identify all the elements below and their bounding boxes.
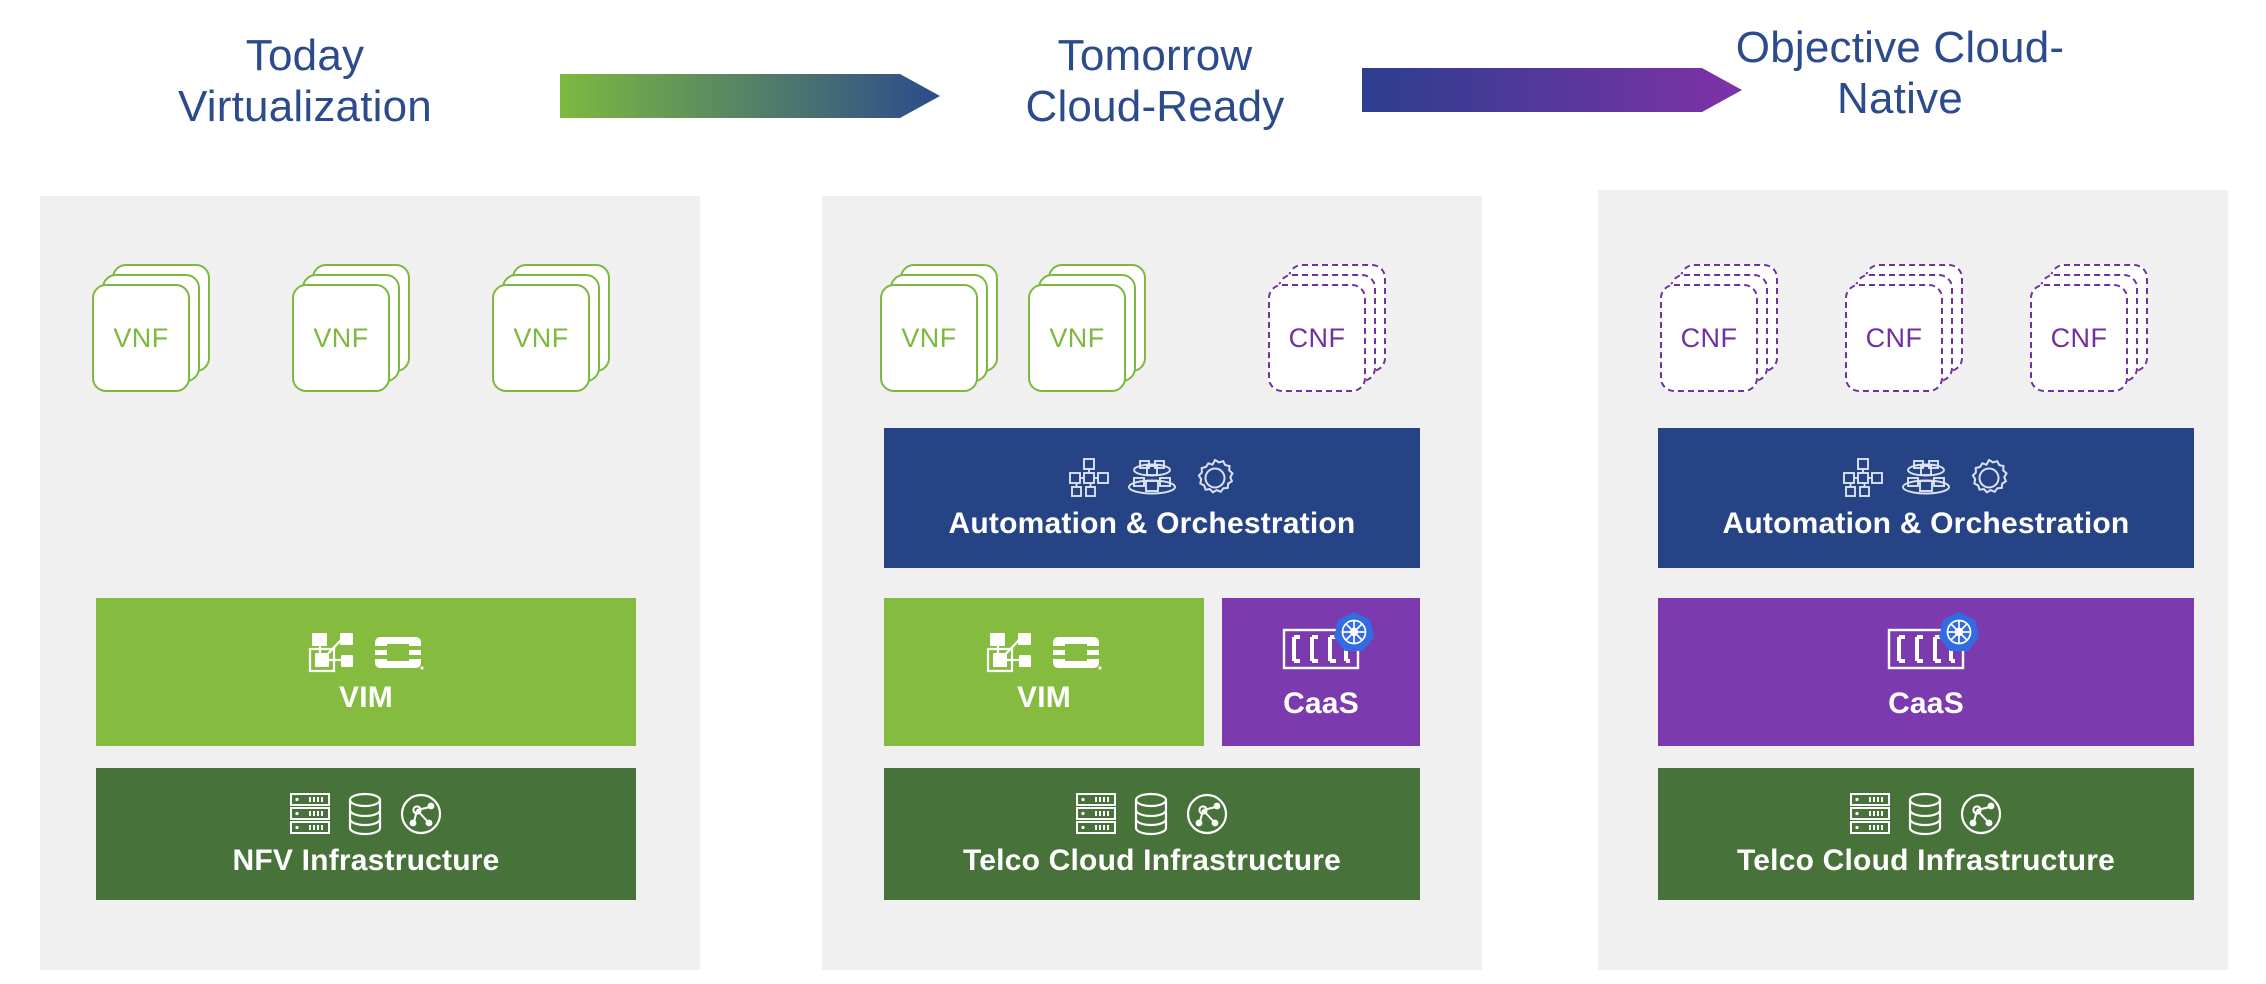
server-rack-icon	[290, 793, 330, 834]
caas-bar[interactable]: CaaS	[1222, 598, 1420, 746]
openstack-logo-icon	[1053, 637, 1102, 670]
vnf-layer-front: VNF	[92, 284, 190, 392]
caas-icon-group	[1282, 611, 1374, 677]
telco-cloud-infrastructure-label: Telco Cloud Infrastructure	[962, 844, 1342, 877]
cnf-label: CNF	[1680, 322, 1738, 353]
vim-label: VIM	[339, 681, 393, 714]
network-topology-icon	[1960, 793, 2002, 835]
caas-bar[interactable]: CaaS	[1658, 598, 2194, 746]
vnf-label: VNF	[513, 322, 569, 353]
nfv-infrastructure-label: NFV Infrastructure	[232, 844, 500, 877]
vim-bar[interactable]: VIM	[884, 598, 1204, 746]
vim-icon-group	[308, 631, 424, 673]
server-rack-icon	[1076, 793, 1116, 834]
openstack-logo-icon	[375, 637, 424, 670]
column-title-objective-line2: Native	[1837, 74, 1963, 124]
gear-icon	[1971, 458, 2008, 494]
automation-orchestration-label: Automation & Orchestration	[948, 507, 1356, 540]
network-nodes-icon	[1843, 458, 1883, 497]
cnf-stack[interactable]: CNF	[2030, 264, 2148, 392]
column-title-objective-line1: Objective Cloud-	[1735, 23, 2065, 72]
cnf-layer-front: CNF	[1845, 284, 1943, 392]
cloud-layers-icon	[1128, 460, 1176, 495]
arrow-tomorrow-to-objective	[1362, 68, 1742, 112]
vnf-label: VNF	[113, 322, 169, 353]
vnf-label: VNF	[901, 322, 957, 353]
column-title-today-line1: Today	[245, 31, 365, 80]
tci-icon-group	[1075, 792, 1229, 836]
database-icon	[348, 792, 382, 836]
vim-bar[interactable]: VIM	[96, 598, 636, 746]
vnf-layer-front: VNF	[1028, 284, 1126, 392]
diagram-canvas: Today Virtualization Tomorrow Cloud-Read…	[0, 0, 2266, 984]
vnf-stack[interactable]: VNF	[92, 264, 210, 392]
kubernetes-icon	[1939, 611, 1979, 651]
vim-label: VIM	[1017, 681, 1071, 714]
column-title-objective: Objective Cloud- Native	[1700, 22, 2100, 124]
network-nodes-icon	[1069, 458, 1109, 497]
caas-label: CaaS	[1283, 686, 1359, 720]
vsphere-node-icon	[986, 633, 1031, 673]
cnf-stack[interactable]: CNF	[1845, 264, 1963, 392]
vim-icon-group	[986, 631, 1102, 673]
tci-icon-group	[1849, 792, 2003, 836]
gear-icon	[1197, 458, 1234, 494]
orchestration-icon-group	[1068, 457, 1236, 499]
automation-orchestration-bar[interactable]: Automation & Orchestration	[1658, 428, 2194, 568]
column-title-tomorrow-line2: Cloud-Ready	[1025, 82, 1285, 132]
database-icon	[1908, 792, 1942, 836]
cnf-layer-front: CNF	[1268, 284, 1366, 392]
cnf-stack[interactable]: CNF	[1268, 264, 1386, 392]
containers-with-kubernetes-icon	[1282, 611, 1374, 677]
cnf-label: CNF	[2050, 322, 2108, 353]
orchestration-icon-group	[1842, 457, 2010, 499]
cnf-layer-front: CNF	[2030, 284, 2128, 392]
column-title-tomorrow: Tomorrow Cloud-Ready	[1000, 30, 1310, 132]
column-title-today: Today Virtualization	[150, 30, 460, 132]
nfvi-icon-group	[289, 792, 443, 836]
server-rack-icon	[1850, 793, 1890, 834]
vnf-layer-front: VNF	[492, 284, 590, 392]
column-title-today-line2: Virtualization	[178, 82, 432, 132]
vnf-stack[interactable]: VNF	[292, 264, 410, 392]
vnf-stack[interactable]: VNF	[492, 264, 610, 392]
vnf-stack[interactable]: VNF	[880, 264, 998, 392]
vnf-stack[interactable]: VNF	[1028, 264, 1146, 392]
containers-with-kubernetes-icon	[1887, 611, 1979, 677]
vnf-layer-front: VNF	[292, 284, 390, 392]
automation-orchestration-label: Automation & Orchestration	[1722, 507, 2130, 540]
vnf-layer-front: VNF	[880, 284, 978, 392]
cnf-label: CNF	[1288, 322, 1346, 353]
network-topology-icon	[400, 793, 442, 835]
vnf-label: VNF	[313, 322, 369, 353]
network-topology-icon	[1186, 793, 1228, 835]
cnf-label: CNF	[1865, 322, 1923, 353]
automation-orchestration-bar[interactable]: Automation & Orchestration	[884, 428, 1420, 568]
telco-cloud-infrastructure-bar[interactable]: Telco Cloud Infrastructure	[884, 768, 1420, 900]
telco-cloud-infrastructure-label: Telco Cloud Infrastructure	[1736, 844, 2116, 877]
caas-icon-group	[1887, 611, 1979, 677]
kubernetes-icon	[1334, 611, 1374, 651]
nfv-infrastructure-bar[interactable]: NFV Infrastructure	[96, 768, 636, 900]
cnf-stack[interactable]: CNF	[1660, 264, 1778, 392]
column-title-tomorrow-line1: Tomorrow	[1057, 31, 1253, 80]
vnf-label: VNF	[1049, 322, 1105, 353]
arrow-today-to-tomorrow	[560, 74, 940, 118]
cnf-layer-front: CNF	[1660, 284, 1758, 392]
cloud-layers-icon	[1902, 460, 1950, 495]
caas-label: CaaS	[1888, 686, 1964, 720]
vsphere-node-icon	[308, 633, 353, 673]
database-icon	[1134, 792, 1168, 836]
telco-cloud-infrastructure-bar[interactable]: Telco Cloud Infrastructure	[1658, 768, 2194, 900]
